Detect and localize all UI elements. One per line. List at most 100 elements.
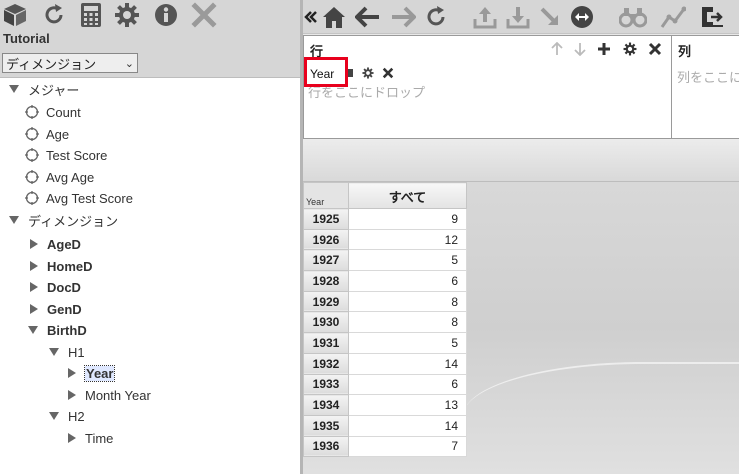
table-row: 1932 14	[303, 352, 467, 375]
row-header-cell[interactable]: 1932	[303, 352, 349, 375]
binoculars-icon[interactable]	[619, 3, 647, 31]
app-root: Tutorial ディメンジョン ⌄ メジャー Count Age Test S…	[0, 0, 739, 474]
right-panel: 行 Year 行をここにドロップ 列 列をここに Year すべて 1925 9…	[303, 0, 739, 474]
measure-item[interactable]: Avg Age	[25, 167, 94, 187]
expanded-triangle-icon	[49, 348, 59, 356]
row-axis-header: Year	[303, 182, 349, 209]
forward-arrow-icon[interactable]	[389, 3, 417, 31]
measure-icon	[25, 105, 39, 119]
level-item[interactable]: Time	[68, 428, 113, 448]
drill-icon[interactable]	[536, 3, 564, 31]
measure-item[interactable]: Count	[25, 102, 81, 122]
table-row: 1930 8	[303, 311, 467, 334]
row-header-cell[interactable]: 1931	[303, 332, 349, 354]
expanded-triangle-icon	[28, 326, 38, 334]
dimension-item[interactable]: DocD	[30, 277, 81, 297]
settings-icon[interactable]	[622, 41, 638, 57]
background-decoration	[463, 362, 739, 452]
calculator-icon[interactable]	[78, 2, 104, 28]
filter-bar[interactable]	[303, 139, 739, 182]
rows-header: 行	[304, 36, 671, 62]
tree-node-measures[interactable]: メジャー	[9, 79, 79, 99]
table-body: 1925 9 1926 12 1927 5 1928 6 1929 8 1930 8 1931 5 1932…	[303, 208, 467, 458]
measure-icon	[25, 191, 39, 205]
expanded-triangle-icon	[9, 85, 19, 93]
measure-item[interactable]: Test Score	[25, 145, 107, 165]
chip-remove-icon[interactable]	[381, 66, 395, 80]
home-icon[interactable]	[320, 3, 348, 31]
redo-icon[interactable]	[422, 3, 450, 31]
swap-icon[interactable]	[568, 3, 596, 31]
table-row: 1935 14	[303, 414, 467, 437]
columns-drop-zone[interactable]: 列 列をここにドロップ	[672, 35, 739, 139]
tree-node-dimensions[interactable]: ディメンジョン	[9, 210, 118, 230]
value-cell: 13	[348, 394, 467, 416]
collapsed-triangle-icon	[30, 239, 38, 249]
row-header-cell[interactable]: 1928	[303, 270, 349, 292]
measure-item[interactable]: Age	[25, 124, 69, 144]
download-icon[interactable]	[504, 3, 532, 31]
value-cell: 8	[348, 290, 467, 313]
value-cell: 7	[348, 435, 467, 458]
row-header-cell[interactable]: 1926	[303, 228, 349, 251]
column-header[interactable]: すべて	[348, 182, 467, 209]
export-icon[interactable]	[698, 3, 726, 31]
columns-label: 列	[678, 44, 692, 59]
move-up-icon[interactable]	[549, 41, 565, 57]
close-icon[interactable]	[191, 2, 217, 28]
dimension-item-birthd[interactable]: BirthD	[28, 320, 87, 340]
dimension-item[interactable]: GenD	[30, 299, 82, 319]
row-header-cell[interactable]: 1925	[303, 208, 349, 230]
highlight-box	[304, 57, 348, 87]
value-cell: 8	[348, 311, 467, 334]
cube-select[interactable]: ディメンジョン ⌄	[2, 53, 138, 73]
table-row: 1929 8	[303, 290, 467, 313]
analysis-toolbar	[303, 0, 739, 34]
dimension-item[interactable]: AgeD	[30, 234, 81, 254]
cube-title: Tutorial	[3, 31, 50, 46]
cube-icon[interactable]	[2, 2, 28, 28]
add-icon[interactable]	[596, 41, 612, 57]
hierarchy-item[interactable]: H1	[49, 342, 85, 362]
level-item-year[interactable]: Year	[68, 363, 116, 383]
level-item[interactable]: Month Year	[68, 385, 151, 405]
value-cell: 14	[348, 414, 467, 437]
value-cell: 6	[348, 270, 467, 292]
measure-icon	[25, 148, 39, 162]
row-header-cell[interactable]: 1930	[303, 311, 349, 334]
value-cell: 9	[348, 208, 467, 230]
upload-icon[interactable]	[471, 3, 499, 31]
chevron-down-icon: ⌄	[124, 57, 134, 70]
rows-drop-zone[interactable]: 行 Year 行をここにドロップ	[303, 35, 672, 139]
collapsed-triangle-icon	[30, 282, 38, 292]
collapse-icon[interactable]	[303, 3, 319, 31]
row-header-cell[interactable]: 1927	[303, 249, 349, 272]
measure-item[interactable]: Avg Test Score	[25, 188, 133, 208]
chip-settings-icon[interactable]	[361, 66, 375, 80]
value-cell: 5	[348, 332, 467, 354]
pivot-table: Year すべて 1925 9 1926 12 1927 5 1928 6 1929 8 1930 8…	[303, 182, 467, 458]
clear-icon[interactable]	[647, 41, 663, 57]
refresh-icon[interactable]	[41, 2, 67, 28]
dimension-item[interactable]: HomeD	[30, 256, 93, 276]
table-row: 1936 7	[303, 435, 467, 458]
collapsed-triangle-icon	[68, 368, 76, 378]
hierarchy-item[interactable]: H2	[49, 406, 85, 426]
info-icon[interactable]	[153, 2, 179, 28]
row-header-cell[interactable]: 1936	[303, 435, 349, 458]
chart-icon[interactable]	[659, 3, 687, 31]
value-cell: 6	[348, 373, 467, 396]
gear-icon[interactable]	[114, 2, 140, 28]
move-down-icon[interactable]	[572, 41, 588, 57]
value-cell: 14	[348, 352, 467, 375]
left-toolbar-area: Tutorial ディメンジョン ⌄	[0, 0, 300, 78]
row-header-cell[interactable]: 1935	[303, 414, 349, 437]
table-row: 1928 6	[303, 270, 467, 292]
row-header-cell[interactable]: 1929	[303, 290, 349, 313]
expanded-triangle-icon	[49, 412, 59, 420]
row-header-cell[interactable]: 1934	[303, 394, 349, 416]
measure-icon	[25, 170, 39, 184]
value-cell: 5	[348, 249, 467, 272]
back-arrow-icon[interactable]	[354, 3, 382, 31]
row-header-cell[interactable]: 1933	[303, 373, 349, 396]
